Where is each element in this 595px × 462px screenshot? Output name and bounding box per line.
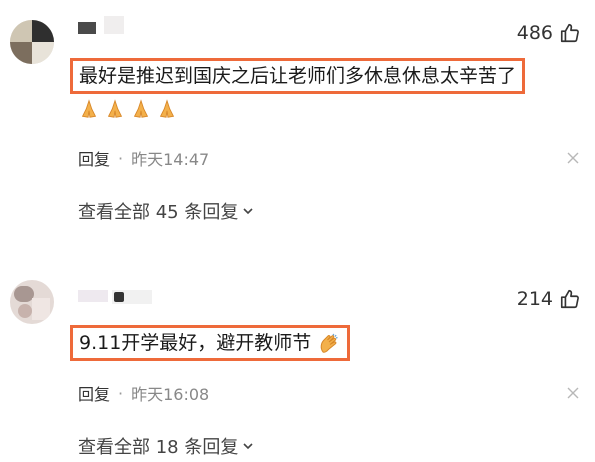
avatar[interactable] [10, 20, 54, 64]
comment-text: 9.11开学最好，避开教师节 [79, 332, 312, 354]
close-icon[interactable] [567, 152, 579, 164]
timestamp: 昨天16:08 [131, 385, 210, 404]
username-blurred[interactable] [78, 16, 138, 38]
like-count: 486 [516, 22, 553, 44]
clap-icon [321, 333, 339, 353]
close-icon[interactable] [567, 387, 579, 399]
pray-icon [107, 99, 123, 118]
comment-text-highlighted: 9.11开学最好，避开教师节 [70, 325, 351, 361]
view-all-replies-button[interactable]: 查看全部 18 条回复 [78, 433, 254, 459]
username-blurred[interactable] [78, 286, 168, 308]
comment-item: 486 最好是推迟到国庆之后让老师们多休息休息太辛苦了 回复 · 昨天14:47… [0, 0, 595, 262]
reply-button[interactable]: 回复 [78, 381, 110, 405]
pray-icon [81, 99, 97, 118]
avatar[interactable] [10, 280, 54, 324]
comment-text: 最好是推迟到国庆之后让老师们多休息休息太辛苦了 [79, 65, 517, 87]
like-count: 214 [516, 288, 553, 310]
comment-item: 214 9.11开学最好，避开教师节 回复 · 昨天16:08 查看全部 18 … [0, 262, 595, 462]
view-all-replies-label: 查看全部 18 条回复 [78, 437, 239, 458]
view-all-replies-button[interactable]: 查看全部 45 条回复 [78, 198, 254, 224]
pray-icon [159, 99, 175, 118]
emoji-row [78, 98, 178, 120]
comment-meta: 回复 · 昨天14:47 [78, 146, 209, 170]
view-all-replies-label: 查看全部 45 条回复 [78, 202, 239, 223]
timestamp: 昨天14:47 [131, 150, 210, 169]
separator: · [118, 383, 124, 403]
separator: · [118, 148, 124, 168]
pray-icon [133, 99, 149, 118]
chevron-down-icon [243, 443, 253, 450]
chevron-down-icon [243, 208, 253, 215]
like-button[interactable]: 214 [517, 288, 581, 310]
comment-text-highlighted: 最好是推迟到国庆之后让老师们多休息休息太辛苦了 [70, 58, 526, 94]
thumbs-up-icon [560, 289, 579, 309]
reply-button[interactable]: 回复 [78, 146, 110, 170]
comment-meta: 回复 · 昨天16:08 [78, 381, 209, 405]
like-button[interactable]: 486 [517, 22, 581, 44]
thumbs-up-icon [560, 23, 579, 43]
